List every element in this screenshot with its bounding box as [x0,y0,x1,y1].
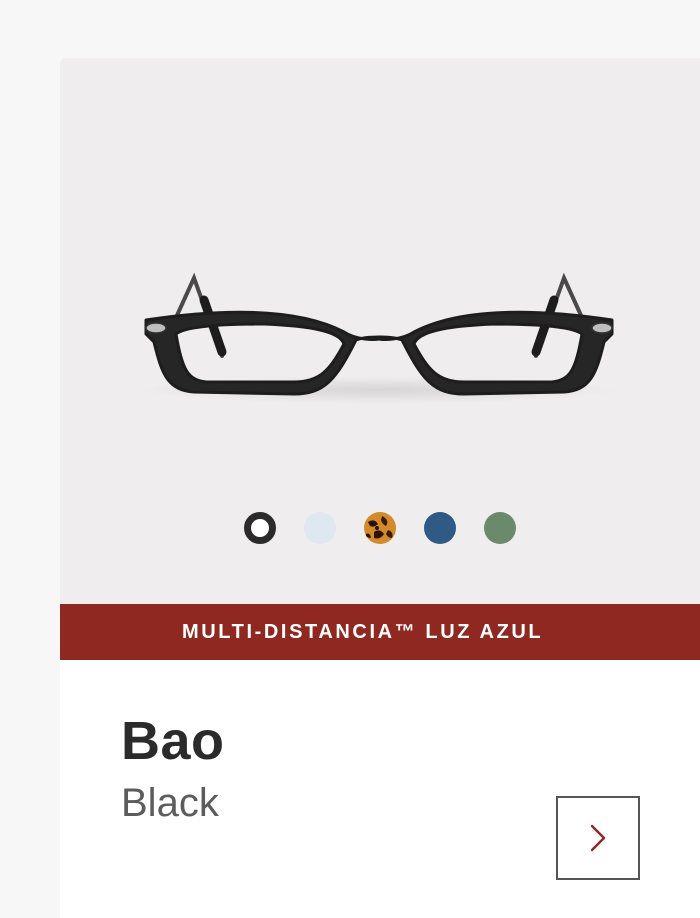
swatch-light-blue[interactable] [304,512,336,544]
eyeglasses-frame-icon [139,272,619,404]
feature-banner: MULTI-DISTANCIA™ LUZ AZUL [60,604,700,660]
swatch-black[interactable] [244,512,276,544]
product-card[interactable]: MULTI-DISTANCIA™ LUZ AZUL Bao Black [60,58,700,918]
product-image-area[interactable] [60,58,700,604]
product-name: Bao [121,711,225,771]
color-swatches [244,512,516,544]
swatch-tortoise[interactable] [364,512,396,544]
product-color-name: Black [121,781,219,825]
tortoise-pattern-icon [364,512,396,544]
banner-text: MULTI-DISTANCIA™ LUZ AZUL [182,620,544,643]
product-info: Bao Black [60,660,700,918]
swatch-blue[interactable] [424,512,456,544]
next-button[interactable] [556,796,640,880]
chevron-right-icon [590,824,606,852]
swatch-green[interactable] [484,512,516,544]
